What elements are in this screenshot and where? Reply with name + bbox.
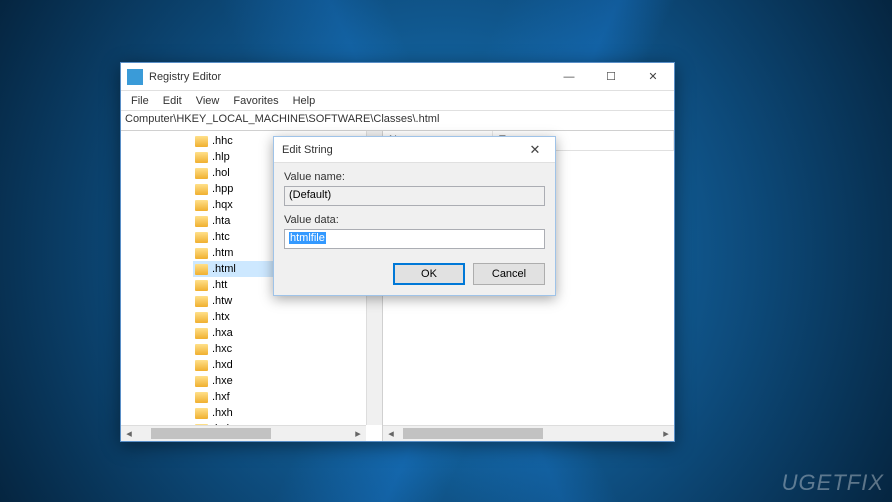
folder-icon [195, 216, 208, 227]
menu-favorites[interactable]: Favorites [227, 93, 284, 108]
folder-icon [195, 360, 208, 371]
folder-icon [195, 392, 208, 403]
tree-item-label: .hxa [212, 327, 233, 339]
tree-item-label: .hxf [212, 391, 230, 403]
folder-icon [195, 168, 208, 179]
scroll-right-icon[interactable]: ▸ [350, 426, 366, 441]
tree-item[interactable]: .hxf [193, 389, 382, 405]
watermark: UGETFIX [782, 470, 884, 496]
tree-item[interactable]: .htx [193, 309, 382, 325]
tree-item-label: .hlp [212, 151, 230, 163]
scroll-thumb[interactable] [151, 428, 271, 439]
tree-item-label: .htm [212, 247, 233, 259]
menu-help[interactable]: Help [287, 93, 322, 108]
tree-item-label: .hxh [212, 407, 233, 419]
minimize-button[interactable]: — [548, 63, 590, 90]
tree-item[interactable]: .hxd [193, 357, 382, 373]
tree-item[interactable]: .hxc [193, 341, 382, 357]
value-name-label: Value name: [284, 171, 545, 183]
menu-edit[interactable]: Edit [157, 93, 188, 108]
folder-icon [195, 136, 208, 147]
maximize-button[interactable]: ☐ [590, 63, 632, 90]
menu-file[interactable]: File [125, 93, 155, 108]
folder-icon [195, 264, 208, 275]
value-name-field[interactable]: (Default) [284, 186, 545, 206]
tree-horizontal-scrollbar[interactable]: ◂ ▸ [121, 425, 366, 441]
tree-item-label: .hxd [212, 359, 233, 371]
folder-icon [195, 296, 208, 307]
tree-item-label: .html [212, 263, 236, 275]
scroll-thumb[interactable] [403, 428, 543, 439]
tree-item-label: .hta [212, 215, 230, 227]
folder-icon [195, 152, 208, 163]
scroll-left-icon[interactable]: ◂ [121, 426, 137, 441]
address-bar[interactable]: Computer\HKEY_LOCAL_MACHINE\SOFTWARE\Cla… [121, 111, 674, 131]
tree-item-label: .htw [212, 295, 232, 307]
tree-item-label: .hxc [212, 343, 232, 355]
value-data-label: Value data: [284, 214, 545, 226]
folder-icon [195, 280, 208, 291]
tree-item-label: .hhc [212, 135, 233, 147]
tree-item-label: .htc [212, 231, 230, 243]
list-horizontal-scrollbar[interactable]: ◂ ▸ [383, 425, 674, 441]
folder-icon [195, 184, 208, 195]
tree-item-label: .hqx [212, 199, 233, 211]
window-title: Registry Editor [149, 71, 548, 83]
scroll-right-icon[interactable]: ▸ [658, 426, 674, 441]
tree-item-label: .hol [212, 167, 230, 179]
cancel-button[interactable]: Cancel [473, 263, 545, 285]
value-data-field[interactable]: htmlfile [284, 229, 545, 249]
close-button[interactable]: ✕ [632, 63, 674, 90]
value-data-selection: htmlfile [289, 232, 326, 244]
dialog-titlebar[interactable]: Edit String ✕ [274, 137, 555, 163]
tree-item-label: .hxe [212, 375, 233, 387]
dialog-title: Edit String [282, 144, 515, 156]
edit-string-dialog: Edit String ✕ Value name: (Default) Valu… [273, 136, 556, 296]
tree-item-label: .hpp [212, 183, 233, 195]
folder-icon [195, 408, 208, 419]
scroll-left-icon[interactable]: ◂ [383, 426, 399, 441]
folder-icon [195, 200, 208, 211]
tree-item-label: .htx [212, 311, 230, 323]
titlebar[interactable]: Registry Editor — ☐ ✕ [121, 63, 674, 91]
tree-item[interactable]: .hxe [193, 373, 382, 389]
menubar: File Edit View Favorites Help [121, 91, 674, 111]
folder-icon [195, 312, 208, 323]
dialog-close-button[interactable]: ✕ [515, 142, 555, 158]
tree-item[interactable]: .hxa [193, 325, 382, 341]
tree-item-label: .htt [212, 279, 227, 291]
folder-icon [195, 376, 208, 387]
regedit-icon [127, 69, 143, 85]
menu-view[interactable]: View [190, 93, 226, 108]
folder-icon [195, 344, 208, 355]
tree-item[interactable]: .hxh [193, 405, 382, 421]
ok-button[interactable]: OK [393, 263, 465, 285]
folder-icon [195, 328, 208, 339]
folder-icon [195, 248, 208, 259]
folder-icon [195, 232, 208, 243]
